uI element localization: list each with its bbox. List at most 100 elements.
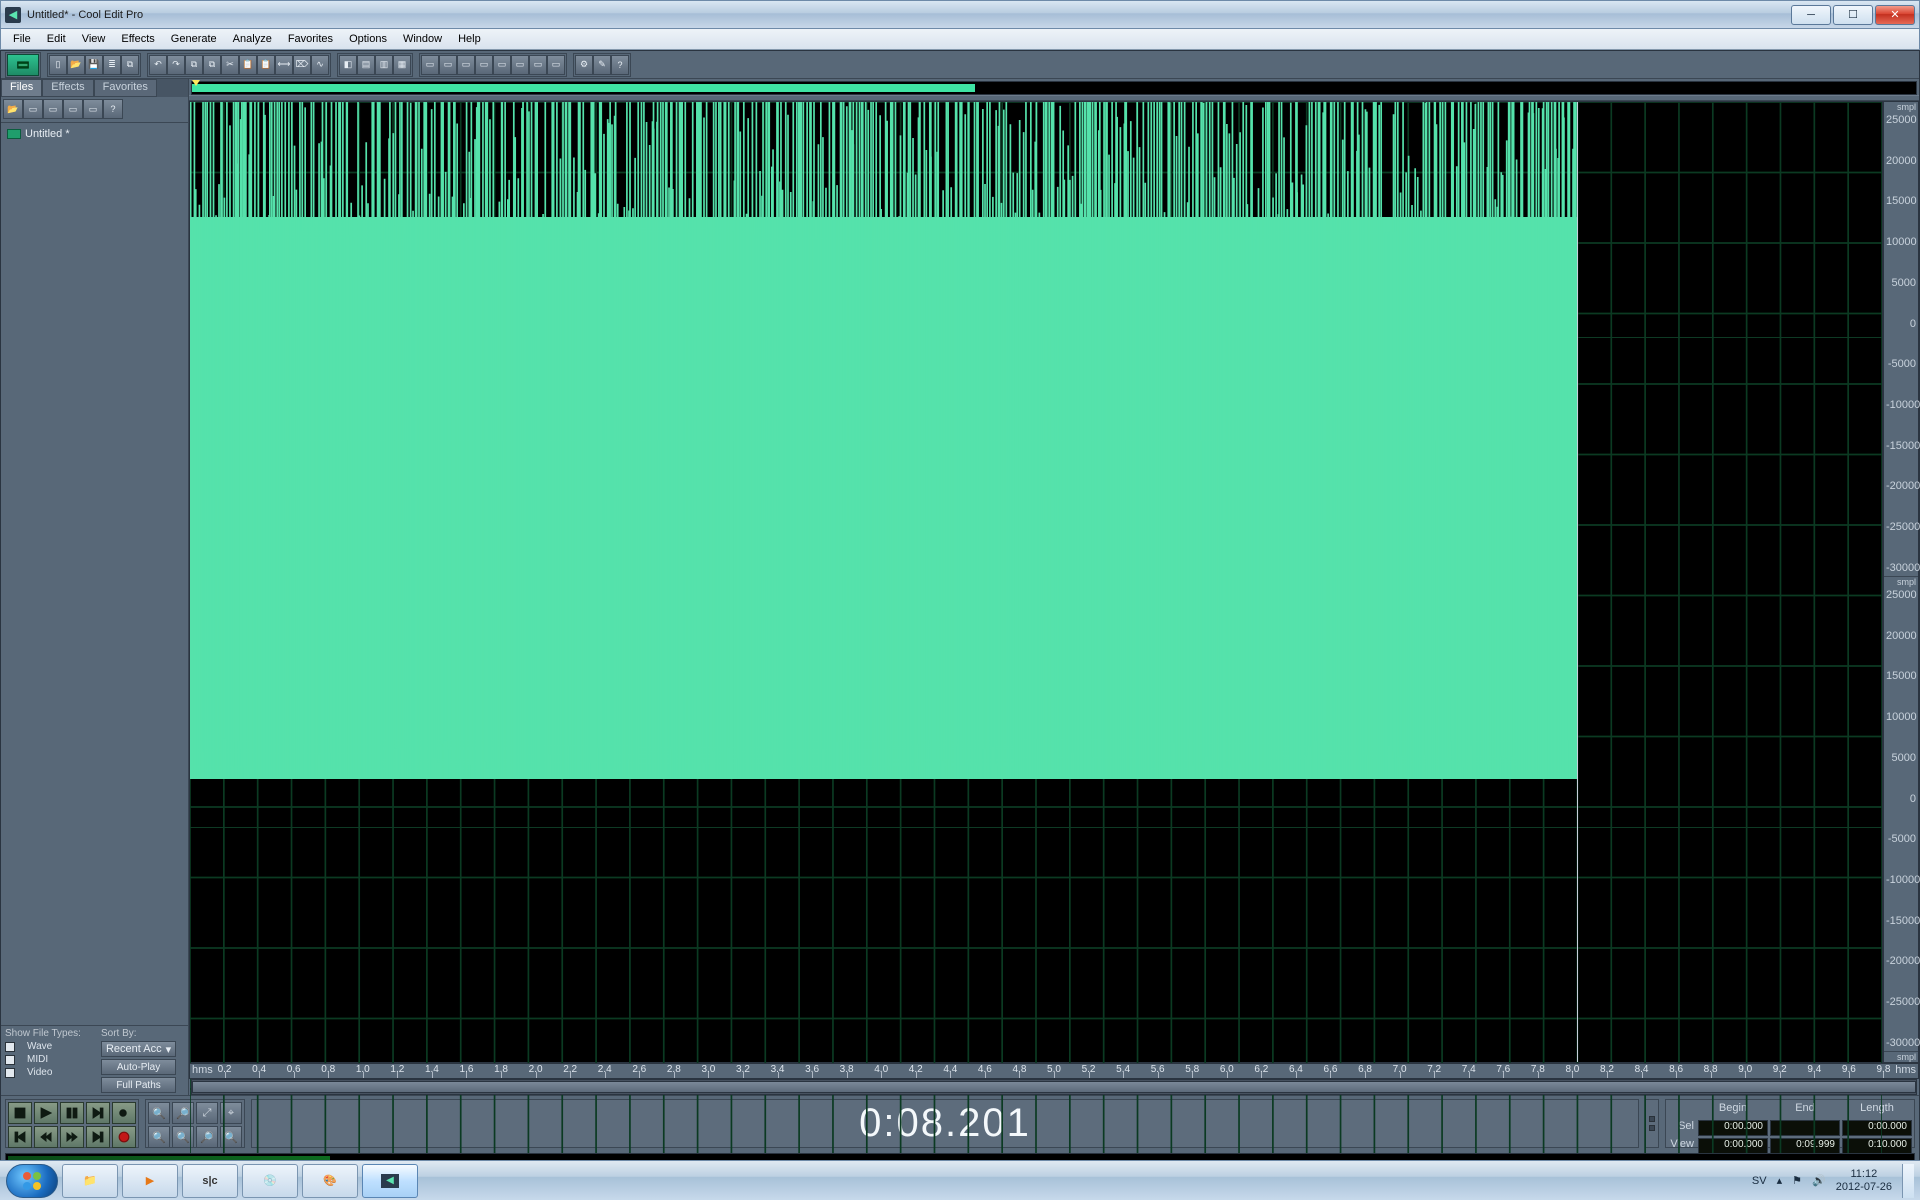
taskbar-disc-icon[interactable]: 💿 — [242, 1164, 298, 1198]
sel-view-icon[interactable]: ▭ — [511, 55, 529, 75]
time-icon[interactable]: ▭ — [475, 55, 493, 75]
pause-button[interactable] — [60, 1102, 84, 1124]
copy-new-icon[interactable]: ⧉ — [203, 55, 221, 75]
redo-icon[interactable]: ↷ — [167, 55, 185, 75]
maximize-button[interactable]: ☐ — [1833, 5, 1873, 25]
taskbar-media-icon[interactable]: ▶ — [122, 1164, 178, 1198]
help-icon[interactable]: ? — [611, 55, 629, 75]
spectral-icon[interactable]: ◧ — [339, 55, 357, 75]
window-title: Untitled* - Cool Edit Pro — [27, 9, 1789, 21]
autoplay-button[interactable]: Auto-Play — [101, 1059, 176, 1075]
batch-icon[interactable]: ≣ — [103, 55, 121, 75]
save-file-icon[interactable]: 💾 — [85, 55, 103, 75]
fullpaths-button[interactable]: Full Paths — [101, 1077, 176, 1093]
stop-button[interactable] — [8, 1102, 32, 1124]
overview-bar[interactable] — [191, 81, 1917, 95]
transport-icon[interactable]: ▭ — [457, 55, 475, 75]
insert-mt-icon[interactable]: ▭ — [43, 99, 63, 119]
cue-list-icon[interactable]: ▭ — [439, 55, 457, 75]
trim-icon[interactable]: ⟷ — [275, 55, 293, 75]
play-loop-button[interactable] — [112, 1102, 136, 1124]
placekeeper-icon[interactable]: ▭ — [547, 55, 565, 75]
tray-volume-icon[interactable]: 🔊 — [1812, 1174, 1826, 1187]
go-end-button[interactable] — [86, 1126, 110, 1148]
zoom-in-h-icon[interactable]: 🔍 — [148, 1102, 170, 1124]
scripts-icon[interactable]: ✎ — [593, 55, 611, 75]
new-file-icon[interactable]: ▯ — [49, 55, 67, 75]
file-list[interactable]: Untitled * — [1, 123, 188, 1025]
close-file-icon[interactable]: ▭ — [23, 99, 43, 119]
menu-edit[interactable]: Edit — [39, 31, 74, 47]
show-left-icon[interactable]: ▤ — [357, 55, 375, 75]
menu-options[interactable]: Options — [341, 31, 395, 47]
close-button[interactable]: ✕ — [1875, 5, 1915, 25]
organizer-sidebar: FilesEffectsFavorites 📂 ▭ ▭ ▭ ▭ ? Untitl… — [1, 79, 189, 1095]
organizer-toolbar: 📂 ▭ ▭ ▭ ▭ ? — [1, 97, 188, 123]
sort-by-select[interactable]: Recent Acc▾ — [101, 1041, 176, 1057]
menu-view[interactable]: View — [74, 31, 114, 47]
organizer-tab-effects[interactable]: Effects — [42, 79, 93, 97]
amplitude-ruler[interactable]: smpl 2500020000150001000050000-5000-1000… — [1883, 101, 1919, 1063]
organizer-tab-favorites[interactable]: Favorites — [94, 79, 157, 97]
organizer-tab-files[interactable]: Files — [1, 79, 42, 97]
menu-effects[interactable]: Effects — [113, 31, 162, 47]
menu-window[interactable]: Window — [395, 31, 450, 47]
paste-icon[interactable]: 📋 — [239, 55, 257, 75]
file-item[interactable]: Untitled * — [5, 127, 184, 141]
convert-icon[interactable]: ∿ — [311, 55, 329, 75]
advanced-icon[interactable]: ? — [103, 99, 123, 119]
play-to-end-button[interactable] — [86, 1102, 110, 1124]
tray-lang[interactable]: SV — [1752, 1175, 1767, 1187]
overview-marker-icon[interactable] — [192, 80, 200, 86]
go-start-button[interactable] — [8, 1126, 32, 1148]
mix-paste-icon[interactable]: 📋 — [257, 55, 275, 75]
delete-icon[interactable]: ⌦ — [293, 55, 311, 75]
menu-file[interactable]: File — [5, 31, 39, 47]
taskbar-cooledit-icon[interactable]: ◀ — [362, 1164, 418, 1198]
checkbox-midi[interactable] — [5, 1055, 15, 1065]
ffwd-button[interactable] — [60, 1126, 84, 1148]
insert-cd-icon[interactable]: ▭ — [63, 99, 83, 119]
sort-by-label: Sort By: — [101, 1028, 176, 1039]
settings-icon[interactable]: ⚙ — [575, 55, 593, 75]
menubar: FileEditViewEffectsGenerateAnalyzeFavori… — [0, 28, 1920, 50]
menu-generate[interactable]: Generate — [163, 31, 225, 47]
menu-analyze[interactable]: Analyze — [225, 31, 280, 47]
record-button[interactable] — [112, 1126, 136, 1148]
menu-favorites[interactable]: Favorites — [280, 31, 341, 47]
organizer-icon[interactable]: ▭ — [421, 55, 439, 75]
taskbar-explorer-icon[interactable]: 📁 — [62, 1164, 118, 1198]
tray-clock[interactable]: 11:12 2012-07-26 — [1836, 1168, 1892, 1194]
multitrack-icon[interactable]: ⧉ — [121, 55, 139, 75]
play-button[interactable] — [34, 1102, 58, 1124]
view-toolbar-group: ◧ ▤ ▥ ▦ — [337, 53, 413, 77]
edit-file-icon[interactable]: ▭ — [83, 99, 103, 119]
tray-flag-icon[interactable]: ⚑ — [1792, 1174, 1802, 1187]
time-ruler[interactable]: hms 0.20.40.60.81.01.21.41.61.82.02.22.4… — [189, 1063, 1919, 1079]
tray-chevron-up-icon[interactable]: ▴ — [1777, 1174, 1783, 1187]
zoom-in-left-icon[interactable]: 🔍 — [148, 1126, 170, 1148]
checkbox-wave[interactable] — [5, 1042, 15, 1052]
minimize-button[interactable]: ─ — [1791, 5, 1831, 25]
taskbar-app-sc-icon[interactable]: s|c — [182, 1164, 238, 1198]
horizontal-scrollbar[interactable] — [191, 1079, 1917, 1095]
cut-icon[interactable]: ✂ — [221, 55, 239, 75]
show-right-icon[interactable]: ▥ — [375, 55, 393, 75]
taskbar-paint-icon[interactable]: 🎨 — [302, 1164, 358, 1198]
menu-help[interactable]: Help — [450, 31, 489, 47]
transport-controls — [5, 1099, 139, 1148]
checkbox-video[interactable] — [5, 1068, 15, 1078]
show-desktop-button[interactable] — [1902, 1164, 1914, 1198]
copy-icon[interactable]: ⧉ — [185, 55, 203, 75]
edit-view-toggle[interactable] — [7, 54, 39, 76]
open-file-icon[interactable]: 📂 — [67, 55, 85, 75]
rewind-button[interactable] — [34, 1126, 58, 1148]
level-icon[interactable]: ▭ — [529, 55, 547, 75]
undo-icon[interactable]: ↶ — [149, 55, 167, 75]
zoom-icon[interactable]: ▭ — [493, 55, 511, 75]
waveform-display[interactable] — [189, 101, 1883, 1063]
show-both-icon[interactable]: ▦ — [393, 55, 411, 75]
open-file-icon[interactable]: 📂 — [3, 99, 23, 119]
start-button[interactable] — [6, 1164, 58, 1198]
organizer-tabs: FilesEffectsFavorites — [1, 79, 188, 97]
